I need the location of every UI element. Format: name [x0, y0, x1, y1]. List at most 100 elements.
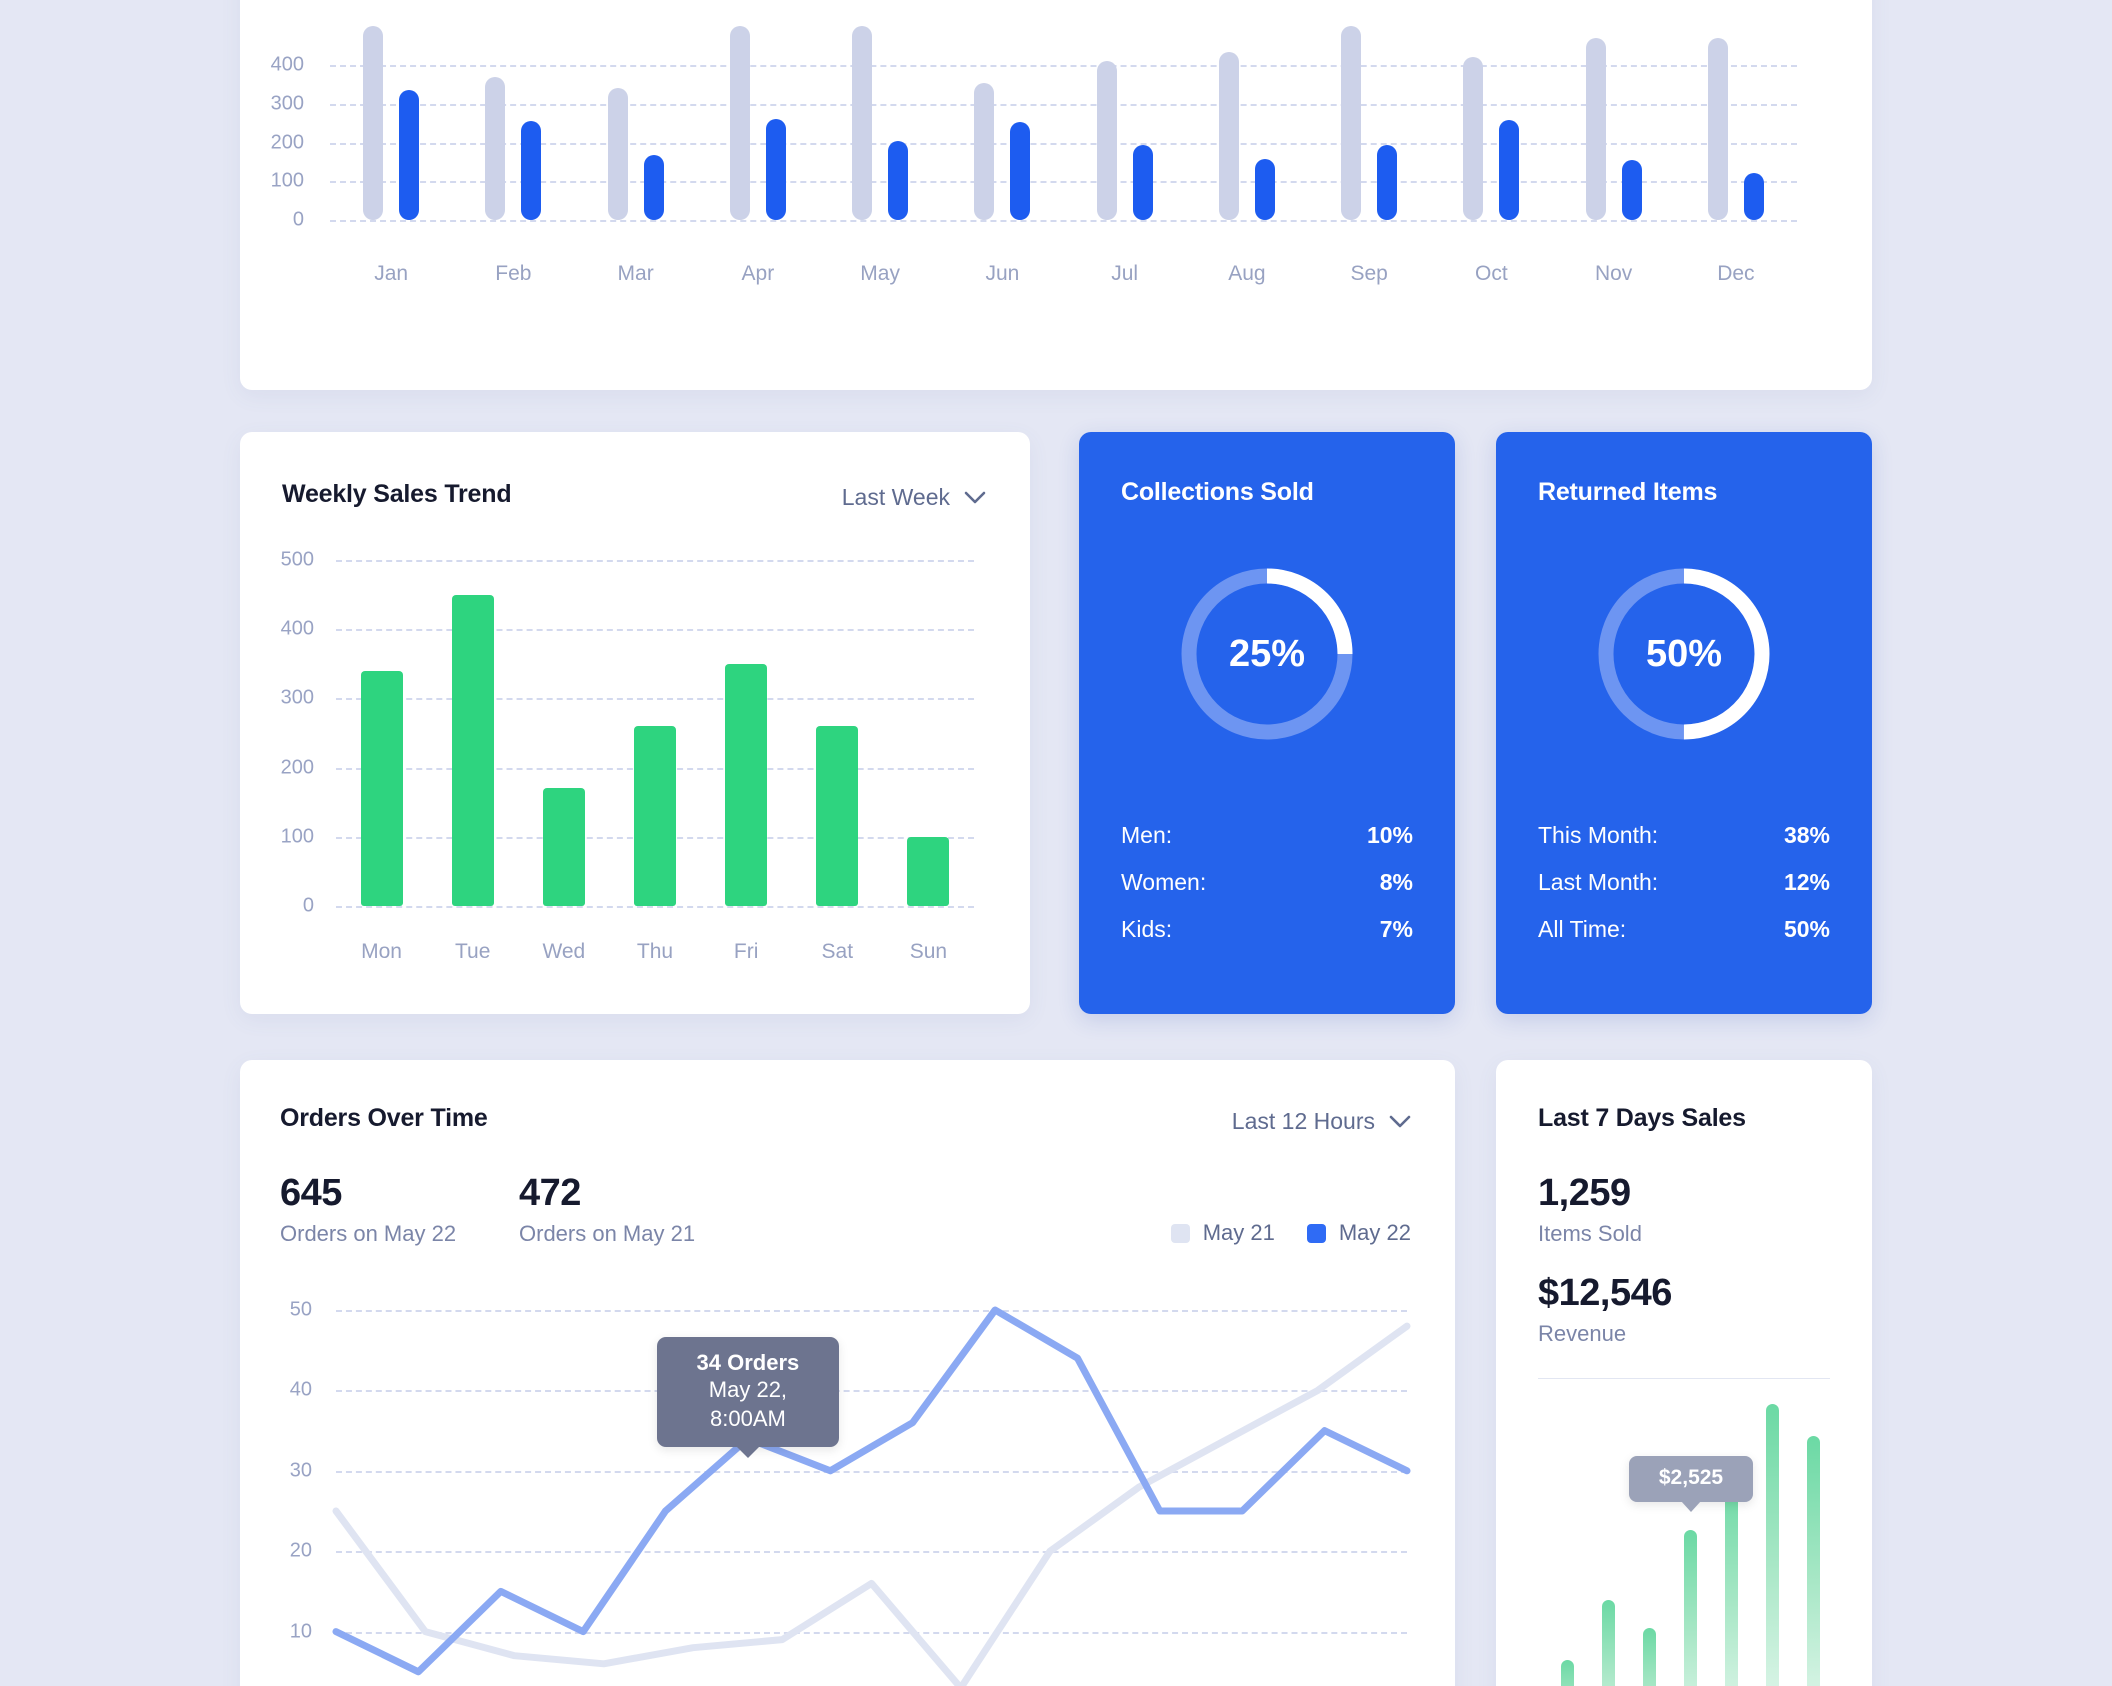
- collections-stat-value: 8%: [1379, 869, 1413, 895]
- collections-card-title: Collections Sold: [1121, 478, 1314, 506]
- x-axis-label: Mar: [617, 262, 654, 285]
- returned-stat-row: All Time: 50%: [1538, 916, 1830, 943]
- collections-stat-row: Women: 8%: [1121, 869, 1413, 896]
- tooltip-title: $2,525: [1658, 1465, 1724, 1489]
- collections-stat-row: Kids: 7%: [1121, 916, 1413, 943]
- weekly-bar: [634, 726, 676, 906]
- collections-donut-value: 25%: [1228, 632, 1306, 675]
- x-axis-label: Wed: [542, 940, 586, 963]
- x-axis-label: Sun: [909, 940, 948, 963]
- weekly-bar: [451, 594, 494, 906]
- weekly-bar: [542, 788, 585, 906]
- monthly-actual-bar: [399, 90, 420, 220]
- y-axis-label: 300: [270, 92, 304, 115]
- gridline: [330, 103, 1797, 106]
- returned-stat-label: All Time:: [1538, 916, 1627, 942]
- gridline: [330, 65, 1797, 68]
- returned-items-card: Returned Items 50% This Month: 38% Last …: [1496, 432, 1872, 1014]
- weekly-bar: [725, 663, 768, 906]
- monthly-actual-bar: [765, 118, 786, 220]
- monthly-actual-bar: [1499, 120, 1520, 220]
- x-axis-label: May: [860, 262, 900, 285]
- monthly-target-bar: [1341, 26, 1362, 220]
- x-axis-label: Jul: [1111, 262, 1139, 285]
- returned-stat-label: This Month:: [1538, 822, 1659, 848]
- orders-line-svg: [332, 1306, 1411, 1686]
- returned-stat-label: Last Month:: [1538, 869, 1659, 895]
- monthly-target-bar: [607, 88, 628, 220]
- monthly-target-bar: [1096, 61, 1117, 220]
- weekly-bar: [360, 670, 403, 906]
- orders-chart-tooltip: 34 Orders May 22, 8:00AM: [656, 1336, 839, 1448]
- returned-card-title: Returned Items: [1538, 478, 1718, 506]
- monthly-actual-bar: [888, 140, 909, 220]
- x-axis-label: Sep: [1350, 262, 1388, 285]
- y-axis-label: 100: [280, 825, 314, 848]
- x-axis-label: Mon: [361, 940, 402, 963]
- gridline: [336, 629, 974, 632]
- last7-bar: [1724, 1477, 1738, 1686]
- monthly-actual-bar: [521, 121, 542, 220]
- x-axis-label: Tue: [454, 940, 491, 963]
- y-axis-label: 400: [270, 53, 304, 76]
- y-axis-label: 500: [280, 548, 314, 571]
- gridline: [330, 181, 1797, 184]
- x-axis-label: Jan: [374, 262, 409, 285]
- monthly-target-bar: [363, 26, 384, 220]
- collections-stat-label: Women:: [1121, 869, 1207, 895]
- y-axis-label: 100: [270, 169, 304, 192]
- last7-bar: [1643, 1627, 1657, 1686]
- last7-bar: [1765, 1404, 1779, 1686]
- collections-stat-row: Men: 10%: [1121, 822, 1413, 849]
- x-axis-label: Apr: [741, 262, 775, 285]
- monthly-target-bar: [1463, 57, 1484, 220]
- returned-donut: 50%: [1590, 560, 1778, 748]
- monthly-target-bar: [485, 76, 506, 220]
- monthly-target-bar: [1585, 38, 1606, 220]
- x-axis-label: Oct: [1475, 262, 1508, 285]
- returned-stat-value: 50%: [1783, 916, 1830, 942]
- y-axis-label: 0: [292, 208, 304, 231]
- x-axis-label: Feb: [495, 262, 532, 285]
- monthly-sales-chart: 0 100 200 300 400 Jan Feb Mar Apr May Jun Jul Aug Sep…: [240, 0, 1872, 390]
- collections-stat-label: Men:: [1121, 822, 1173, 848]
- orders-over-time-card: Orders Over Time Last 12 Hours 645 Order…: [240, 1060, 1455, 1686]
- collections-stat-value: 7%: [1379, 916, 1413, 942]
- orders-line-chart: 01020304050: [240, 1060, 1455, 1686]
- last7-chart-tooltip: $2,525: [1629, 1455, 1753, 1502]
- y-axis-label: 400: [280, 617, 314, 640]
- monthly-target-bar: [1218, 51, 1239, 220]
- gridline: [330, 220, 1797, 222]
- returned-stat-row: This Month: 38%: [1538, 822, 1830, 849]
- weekly-bar: [816, 726, 859, 906]
- x-axis-label: Aug: [1228, 262, 1266, 285]
- monthly-actual-bar: [1132, 145, 1153, 220]
- monthly-actual-bar: [1254, 159, 1275, 220]
- x-axis-label: Dec: [1717, 262, 1755, 285]
- y-axis-label: 0: [302, 894, 314, 917]
- gridline: [336, 906, 974, 908]
- monthly-target-bar: [974, 82, 995, 220]
- x-axis-label: Thu: [636, 940, 674, 963]
- monthly-sales-card: 0 100 200 300 400 Jan Feb Mar Apr May Jun Jul Aug Sep…: [240, 0, 1872, 390]
- last-7-days-sales-card: Last 7 Days Sales 1,259 Items Sold $12,5…: [1496, 1060, 1872, 1686]
- x-axis-label: Fri: [733, 940, 759, 963]
- weekly-bar: [907, 836, 950, 906]
- gridline: [330, 142, 1797, 145]
- collections-stat-value: 10%: [1366, 822, 1413, 848]
- last7-bar: [1684, 1529, 1697, 1686]
- y-axis-label: 200: [270, 131, 304, 154]
- weekly-sales-chart: 0 100 200 300 400 500 Mon Tue Wed Thu Fri Sat Sun: [240, 432, 1030, 1014]
- y-axis-label: 300: [280, 686, 314, 709]
- collections-donut: 25%: [1173, 560, 1361, 748]
- gridline: [336, 560, 974, 562]
- x-axis-label: Jun: [985, 262, 1020, 285]
- last7-bar: [1602, 1600, 1616, 1686]
- collections-sold-card: Collections Sold 25% Men: 10% Women: 8% …: [1079, 432, 1455, 1014]
- x-axis-label: Sat: [821, 940, 854, 963]
- line-series-may-22: [332, 1306, 1411, 1676]
- returned-stat-value: 38%: [1783, 822, 1830, 848]
- monthly-actual-bar: [1621, 159, 1642, 220]
- y-axis-label: 200: [280, 756, 314, 779]
- monthly-actual-bar: [1010, 122, 1031, 220]
